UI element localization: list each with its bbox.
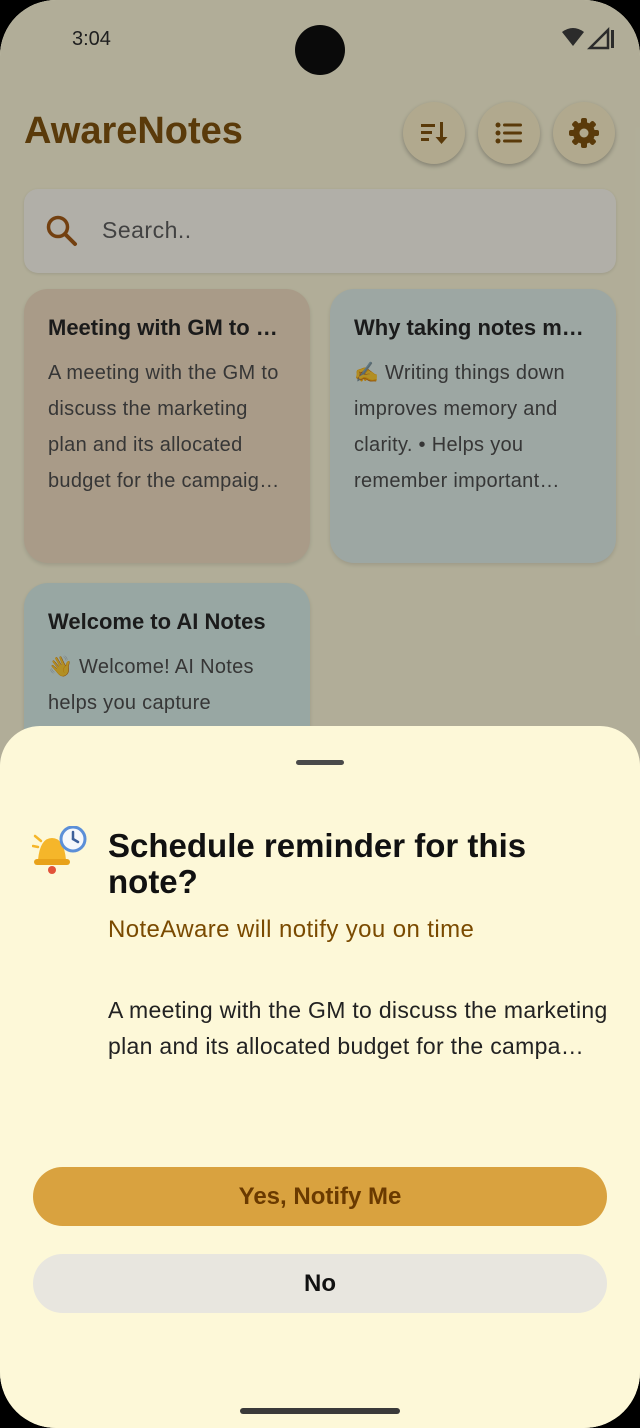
bell-clock-icon [32,826,87,874]
phone-screen: 3:04 AwareNotes Search.. Meeting with GM… [0,0,640,1428]
no-button[interactable]: No [33,1254,607,1313]
note-preview: A meeting with the GM to discuss the mar… [108,997,608,1059]
home-indicator[interactable] [240,1408,400,1414]
sheet-title: Schedule reminder for this note? [108,827,527,900]
drag-handle[interactable] [296,760,344,765]
sheet-subtitle: NoteAware will notify you on time [108,916,475,943]
yes-notify-button[interactable]: Yes, Notify Me [33,1167,607,1226]
reminder-bottom-sheet: Schedule reminder for this note? NoteAwa… [0,726,640,1428]
